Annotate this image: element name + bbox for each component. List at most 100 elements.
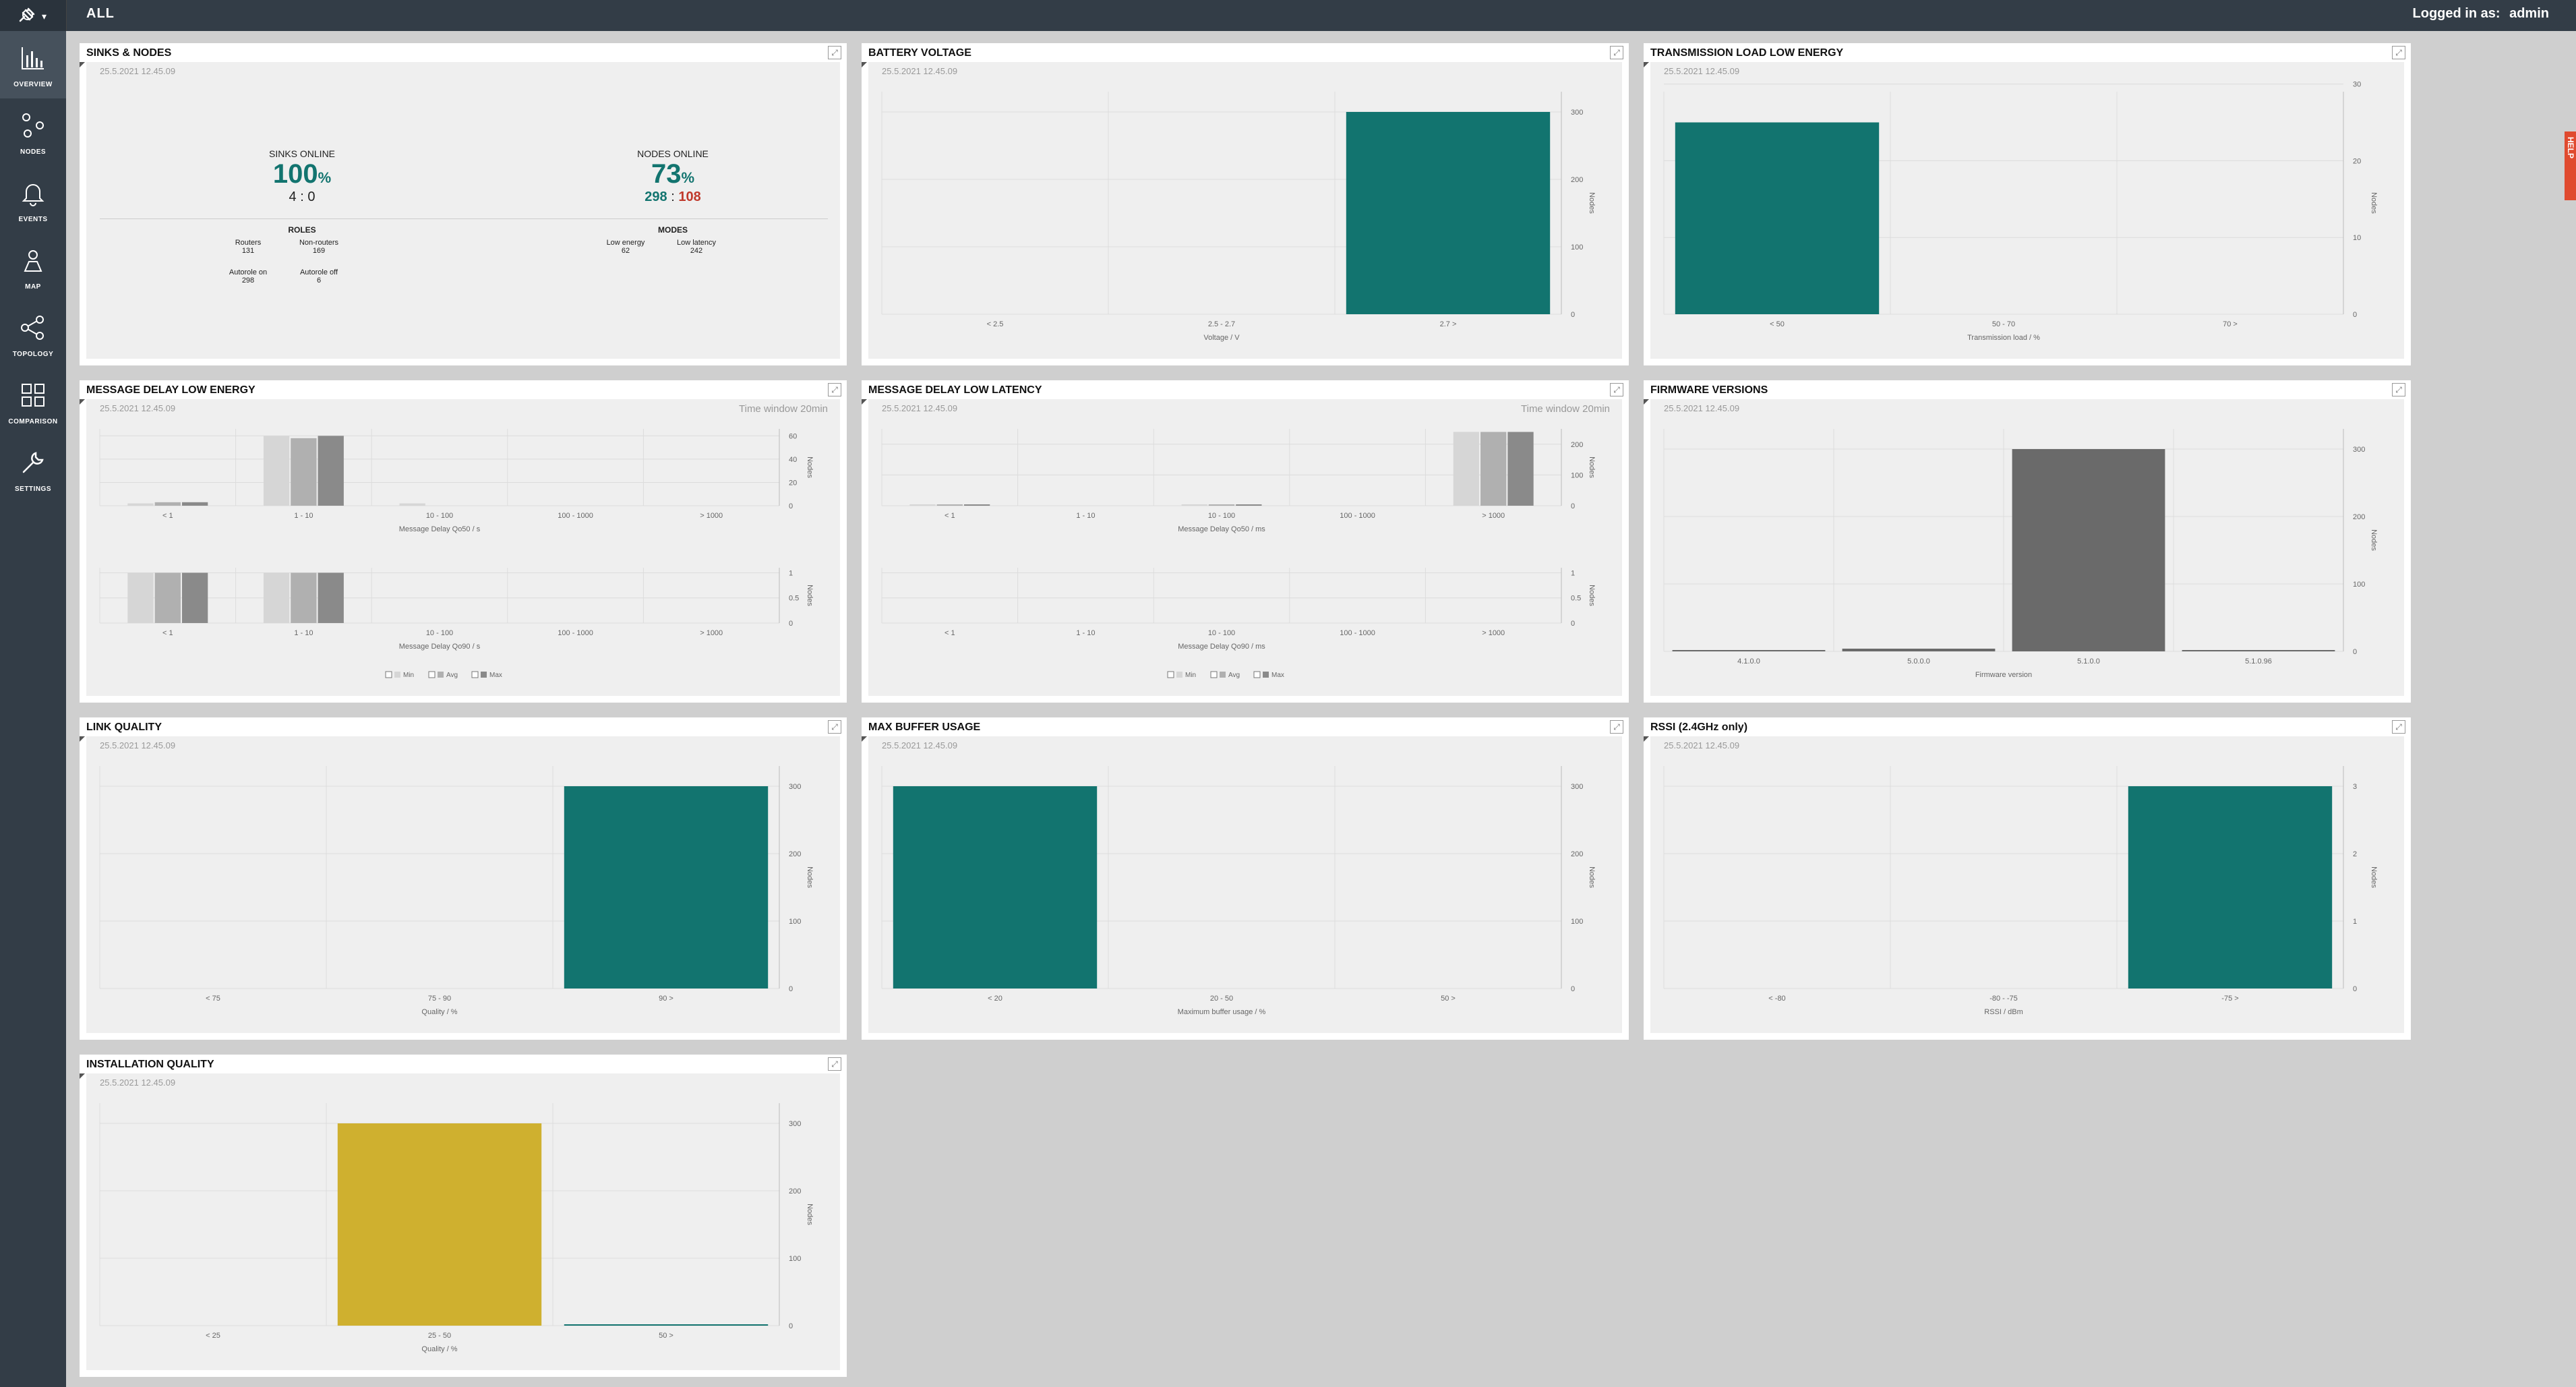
x-axis-label: Voltage / V [1203, 334, 1240, 342]
y-tick-label: 1 [2353, 918, 2357, 926]
y-axis-label: Nodes [1588, 192, 1596, 214]
y-tick-label: 40 [789, 456, 797, 464]
breadcrumb[interactable]: ALL [86, 6, 115, 22]
autorole-on-stat: Autorole on 298 [229, 268, 268, 285]
plug-logo-icon [19, 7, 35, 22]
y-axis-label: Nodes [806, 1204, 814, 1225]
legend-checkbox [1253, 671, 1261, 678]
app-menu-button[interactable]: ▾ [0, 0, 67, 31]
low-energy-stat: Low energy 62 [606, 239, 645, 255]
x-axis-label: Maximum buffer usage / % [1178, 1008, 1266, 1016]
panel-title: BATTERY VOLTAGE [868, 47, 971, 59]
chart-install: 0 100 200 300 Nodes < 25 25 - 50 50 > Quality / … [99, 1103, 814, 1353]
bars [564, 786, 769, 988]
timestamp: 25.5.2021 12.45.09 [100, 66, 176, 76]
legend-swatch [1176, 672, 1182, 678]
y-tick-label: 1 [1571, 569, 1575, 577]
help-tab[interactable]: HELP [2565, 131, 2576, 200]
low-latency-stat: Low latency 242 [676, 239, 717, 255]
y-axis-label: Nodes [2370, 529, 2378, 551]
y-tick-label: 100 [1571, 471, 1583, 479]
x-tick-label: > 1000 [1482, 512, 1505, 520]
expand-icon[interactable]: ⤢ [828, 720, 841, 734]
sidebar-item-map[interactable]: MAP [0, 233, 66, 301]
grid [99, 429, 780, 506]
sidebar-item-label: EVENTS [18, 216, 48, 223]
legend-label: Min [403, 672, 414, 679]
bars [909, 432, 1534, 506]
bar [893, 786, 1098, 988]
x-tick-label: < 20 [988, 995, 1002, 1003]
y-tick-label: 300 [1571, 783, 1583, 791]
corner-marker [862, 736, 867, 742]
sinks-online-pct: 100% [272, 159, 332, 189]
expand-icon[interactable]: ⤢ [1610, 720, 1623, 734]
x-tick-label: 5.0.0.0 [1907, 657, 1930, 666]
bar-max [181, 502, 208, 506]
chart-delay_le: 0 20 40 60 Nodes < 1 1 - 10 10 - 100 100 - 1000 >… [99, 429, 814, 679]
sidebar-item-events[interactable]: EVENTS [0, 166, 66, 233]
legend-checkbox [385, 671, 392, 678]
corner-marker [80, 399, 85, 405]
bars [2128, 786, 2333, 988]
panel-title: SINKS & NODES [86, 47, 172, 59]
panel-battery: BATTERY VOLTAGE ⤢ 25.5.2021 12.45.09 0 10… [862, 43, 1629, 365]
expand-icon[interactable]: ⤢ [2392, 720, 2405, 734]
y-axis-label: Nodes [806, 456, 814, 478]
bar [1842, 649, 1996, 651]
sidebar-item-comparison[interactable]: COMPARISON [0, 368, 66, 436]
y-tick-label: 0.5 [1571, 595, 1581, 603]
x-axis: < 1 1 - 10 10 - 100 100 - 1000 > 1000 Message… [945, 629, 1505, 651]
sidebar-item-label: SETTINGS [14, 485, 51, 493]
y-tick-label: 0 [1571, 311, 1575, 319]
bar-max [181, 572, 208, 623]
expand-icon[interactable]: ⤢ [1610, 383, 1623, 396]
bars [1675, 122, 1880, 314]
x-tick-label: 10 - 100 [426, 512, 453, 520]
expand-icon[interactable]: ⤢ [1610, 46, 1623, 59]
x-axis: < 1 1 - 10 10 - 100 100 - 1000 > 1000 Message… [162, 512, 723, 533]
x-tick-label: 4.1.0.0 [1737, 657, 1760, 666]
panel-body: 25.5.2021 12.45.09 0 1 2 3 Nodes < -80 -80 - -… [1650, 736, 2404, 1033]
nonrouters-stat: Non-routers 169 [299, 239, 339, 255]
sinks-online: SINKS ONLINE 100% 4 : 0 [235, 148, 369, 205]
y-tick-label: 100 [1571, 918, 1583, 926]
sidebar-item-topology[interactable]: TOPOLOGY [0, 301, 66, 368]
x-axis: < 1 1 - 10 10 - 100 100 - 1000 > 1000 Message… [945, 512, 1505, 533]
expand-icon[interactable]: ⤢ [828, 383, 841, 396]
corner-marker [1644, 399, 1649, 405]
bar [564, 1324, 769, 1326]
legend-label: Avg [446, 672, 458, 679]
bar-min [1453, 432, 1480, 506]
y-tick-label: 300 [789, 783, 801, 791]
panel-body: 25.5.2021 12.45.09 0 100 200 300 Nodes < 75 75… [86, 736, 840, 1033]
expand-icon[interactable]: ⤢ [2392, 383, 2405, 396]
expand-icon[interactable]: ⤢ [828, 1057, 841, 1071]
sidebar-item-nodes[interactable]: NODES [0, 98, 66, 166]
sidebar-item-overview[interactable]: OVERVIEW [0, 31, 66, 98]
panel-title: LINK QUALITY [86, 721, 162, 733]
expand-icon[interactable]: ⤢ [2392, 46, 2405, 59]
routers-stat: Routers 131 [235, 239, 262, 255]
bar-min [263, 436, 290, 506]
panel-title: MESSAGE DELAY LOW ENERGY [86, 384, 256, 396]
corner-marker [862, 399, 867, 405]
sidebar-item-settings[interactable]: SETTINGS [0, 436, 66, 503]
login-status[interactable]: Logged in as: admin [2413, 6, 2549, 22]
chart-rssi: 0 1 2 3 Nodes < -80 -80 - -75 -75 > RSSI / dBm [1663, 766, 2378, 1016]
y-axis-label: Nodes [806, 585, 814, 606]
login-user: admin [2509, 6, 2549, 21]
x-tick-label: 100 - 1000 [1340, 512, 1375, 520]
panel-body: 25.5.2021 12.45.09 0 100 200 300 Nodes < 25 25… [86, 1073, 840, 1370]
x-tick-label: < 1 [162, 629, 173, 637]
panel-title: MAX BUFFER USAGE [868, 721, 981, 733]
panel-install: INSTALLATION QUALITY ⤢ 25.5.2021 12.45.0… [80, 1055, 847, 1377]
legend-label: Max [489, 672, 502, 679]
top-bar: ▾ ALL Logged in as: admin [0, 0, 2576, 31]
expand-icon[interactable]: ⤢ [828, 46, 841, 59]
y-axis-label: Nodes [2370, 192, 2378, 214]
panel-txload: TRANSMISSION LOAD LOW ENERGY ⤢ 25.5.2021… [1644, 43, 2411, 365]
x-tick-label: > 1000 [700, 629, 723, 637]
corner-marker [80, 1073, 85, 1079]
x-axis: < 25 25 - 50 50 > Quality / % [206, 1332, 673, 1353]
